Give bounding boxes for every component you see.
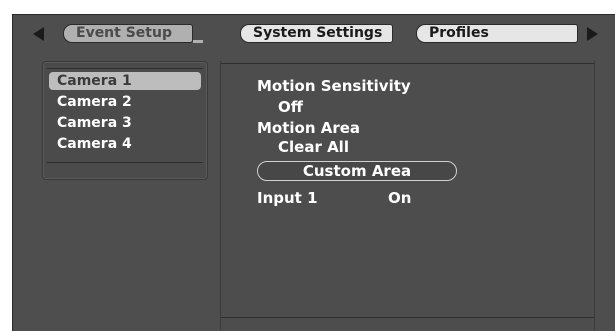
- motion-sensitivity-value[interactable]: Off: [278, 98, 303, 116]
- tab-event-setup[interactable]: Event Setup: [63, 24, 193, 43]
- camera-list: Camera 1 Camera 2 Camera 3 Camera 4: [42, 61, 208, 180]
- divider: [221, 63, 594, 64]
- motion-sensitivity-label: Motion Sensitivity: [257, 77, 411, 95]
- custom-area-button[interactable]: Custom Area: [257, 161, 457, 181]
- divider: [47, 68, 203, 69]
- camera-item-3[interactable]: Camera 3: [49, 114, 201, 132]
- tab-event-setup-underline: [193, 40, 203, 43]
- tab-profiles[interactable]: Profiles: [416, 24, 578, 43]
- tab-prev-arrow-icon[interactable]: [33, 27, 44, 41]
- camera-item-1[interactable]: Camera 1: [49, 72, 201, 90]
- divider: [221, 317, 594, 318]
- tab-system-settings[interactable]: System Settings: [240, 24, 393, 43]
- divider: [47, 162, 203, 163]
- input-1-value[interactable]: On: [388, 189, 411, 207]
- motion-area-value[interactable]: Clear All: [278, 138, 349, 156]
- camera-item-2[interactable]: Camera 2: [49, 93, 201, 111]
- motion-area-label: Motion Area: [257, 119, 361, 137]
- camera-item-4[interactable]: Camera 4: [49, 135, 201, 153]
- input-1-label: Input 1: [257, 189, 318, 207]
- tab-next-arrow-icon[interactable]: [587, 27, 598, 41]
- settings-panel: Motion Sensitivity Off Motion Area Clear…: [220, 61, 595, 330]
